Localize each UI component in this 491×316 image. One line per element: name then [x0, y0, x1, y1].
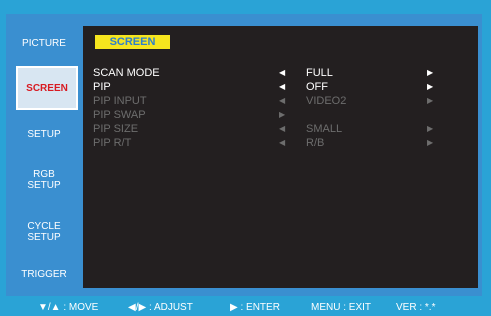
row-pip-size[interactable]: PIP SIZE ◀ SMALL ▶: [83, 122, 478, 136]
help-move: ▼/▲ : MOVE: [38, 302, 99, 313]
help-exit: MENU : EXIT: [311, 302, 372, 313]
sidebar-item-setup[interactable]: SETUP: [12, 126, 76, 142]
left-arrow-icon[interactable]: ◀: [279, 80, 285, 94]
row-value: SMALL: [306, 123, 343, 135]
key-help-bar: ▼/▲ : MOVE ◀/▶ : ADJUST ▶ : ENTER MENU :…: [0, 299, 491, 316]
sidebar-item-trigger[interactable]: TRIGGER: [12, 266, 76, 282]
row-scan-mode[interactable]: SCAN MODE ◀ FULL ▶: [83, 66, 478, 80]
sidebar-item-rgb-setup[interactable]: RGB SETUP: [12, 166, 76, 194]
row-value: VIDEO2: [306, 95, 347, 107]
sidebar-item-cycle-setup[interactable]: CYCLE SETUP: [12, 218, 76, 246]
right-arrow-icon[interactable]: ▶: [427, 136, 433, 150]
enter-arrow-icon[interactable]: ▶: [279, 108, 285, 122]
sidebar-item-label: SETUP: [27, 128, 61, 140]
row-label: PIP: [93, 81, 111, 93]
row-label: SCAN MODE: [93, 67, 160, 79]
right-arrow-icon[interactable]: ▶: [427, 122, 433, 136]
row-pip-swap[interactable]: PIP SWAP ▶: [83, 108, 478, 122]
row-pip-input[interactable]: PIP INPUT ◀ VIDEO2 ▶: [83, 94, 478, 108]
row-label: PIP R/T: [93, 137, 132, 149]
sidebar-item-label: RGB SETUP: [27, 169, 61, 191]
row-pip-rt[interactable]: PIP R/T ◀ R/B ▶: [83, 136, 478, 150]
help-enter: ▶ : ENTER: [230, 302, 280, 313]
right-arrow-icon[interactable]: ▶: [427, 80, 433, 94]
left-arrow-icon[interactable]: ◀: [279, 122, 285, 136]
screen-panel: SCREEN SCAN MODE ◀ FULL ▶ PIP ◀ OFF ▶ PI…: [83, 26, 478, 288]
row-value: OFF: [306, 81, 328, 93]
panel-title: SCREEN: [95, 35, 170, 49]
osd-frame: PICTURE SCREEN SETUP RGB SETUP CYCLE SET…: [0, 0, 491, 316]
sidebar-item-label: TRIGGER: [21, 268, 67, 280]
row-label: PIP SIZE: [93, 123, 139, 135]
sidebar-item-picture[interactable]: PICTURE: [12, 35, 76, 51]
sidebar-item-label: CYCLE SETUP: [27, 221, 61, 243]
row-label: PIP INPUT: [93, 95, 147, 107]
row-value: FULL: [306, 67, 333, 79]
sidebar-item-label: SCREEN: [26, 82, 68, 94]
right-arrow-icon[interactable]: ▶: [427, 94, 433, 108]
sidebar-item-screen[interactable]: SCREEN: [16, 66, 78, 110]
row-label: PIP SWAP: [93, 109, 146, 121]
help-adjust: ◀/▶ : ADJUST: [128, 302, 193, 313]
sidebar-item-label: PICTURE: [22, 37, 66, 49]
left-arrow-icon[interactable]: ◀: [279, 94, 285, 108]
row-pip[interactable]: PIP ◀ OFF ▶: [83, 80, 478, 94]
right-arrow-icon[interactable]: ▶: [427, 66, 433, 80]
row-value: R/B: [306, 137, 325, 149]
left-arrow-icon[interactable]: ◀: [279, 136, 285, 150]
help-version: VER : *.*: [396, 302, 436, 313]
left-arrow-icon[interactable]: ◀: [279, 66, 285, 80]
